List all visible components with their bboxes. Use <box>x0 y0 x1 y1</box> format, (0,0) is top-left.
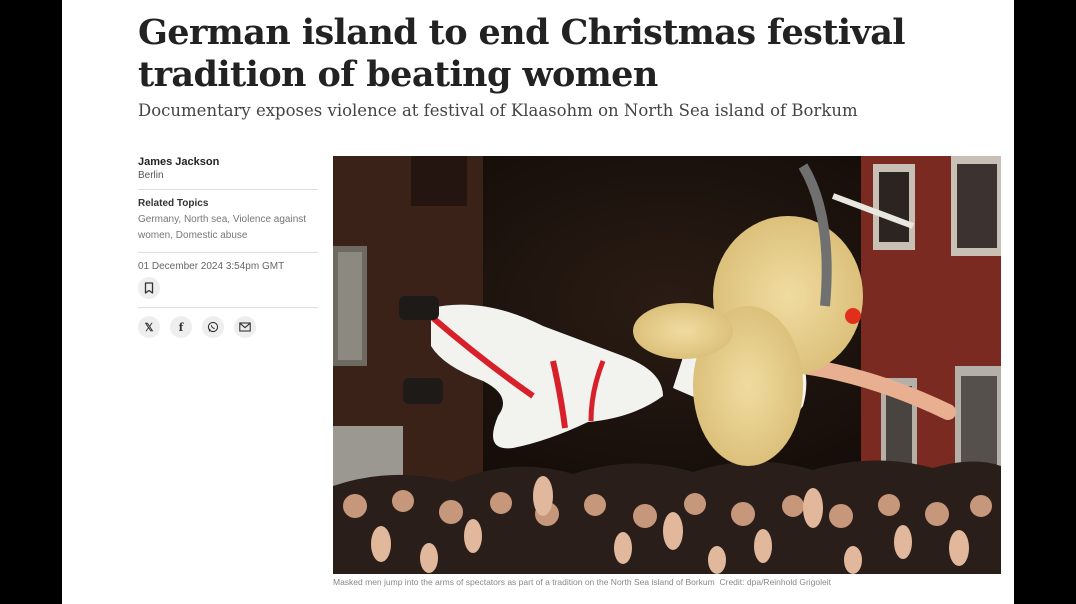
divider <box>138 252 318 253</box>
divider <box>138 307 318 308</box>
related-topics-links[interactable]: Germany, North sea, Violence against wom… <box>138 212 318 244</box>
headline: German island to end Christmas festival … <box>138 12 906 95</box>
author-name[interactable]: James Jackson <box>138 156 318 168</box>
email-icon <box>239 322 251 332</box>
photo-credit: Credit: dpa/Reinhold Grigoleit <box>719 577 831 587</box>
divider <box>138 189 318 190</box>
whatsapp-icon <box>207 321 219 333</box>
x-icon: 𝕏 <box>144 321 154 334</box>
share-whatsapp-button[interactable] <box>202 316 224 338</box>
author-location: Berlin <box>138 170 164 181</box>
share-email-button[interactable] <box>234 316 256 338</box>
publish-date: 01 December 2024 3:54pm GMT <box>138 261 285 272</box>
bookmark-button[interactable] <box>138 277 160 299</box>
photo-caption: Masked men jump into the arms of spectat… <box>333 577 1001 587</box>
bookmark-icon <box>144 282 154 294</box>
standfirst: Documentary exposes violence at festival… <box>138 101 858 120</box>
article-photo <box>333 156 1001 574</box>
related-topics-heading: Related Topics <box>138 198 209 209</box>
share-facebook-button[interactable]: f <box>170 316 192 338</box>
article-page: German island to end Christmas festival … <box>62 0 1014 604</box>
share-x-button[interactable]: 𝕏 <box>138 316 160 338</box>
share-buttons: 𝕏 f <box>138 316 318 338</box>
article-sidebar: James Jackson Berlin Related Topics Germ… <box>138 156 318 338</box>
caption-text: Masked men jump into the arms of spectat… <box>333 577 715 587</box>
festival-photo-illustration <box>333 156 1001 574</box>
facebook-icon: f <box>178 320 184 334</box>
